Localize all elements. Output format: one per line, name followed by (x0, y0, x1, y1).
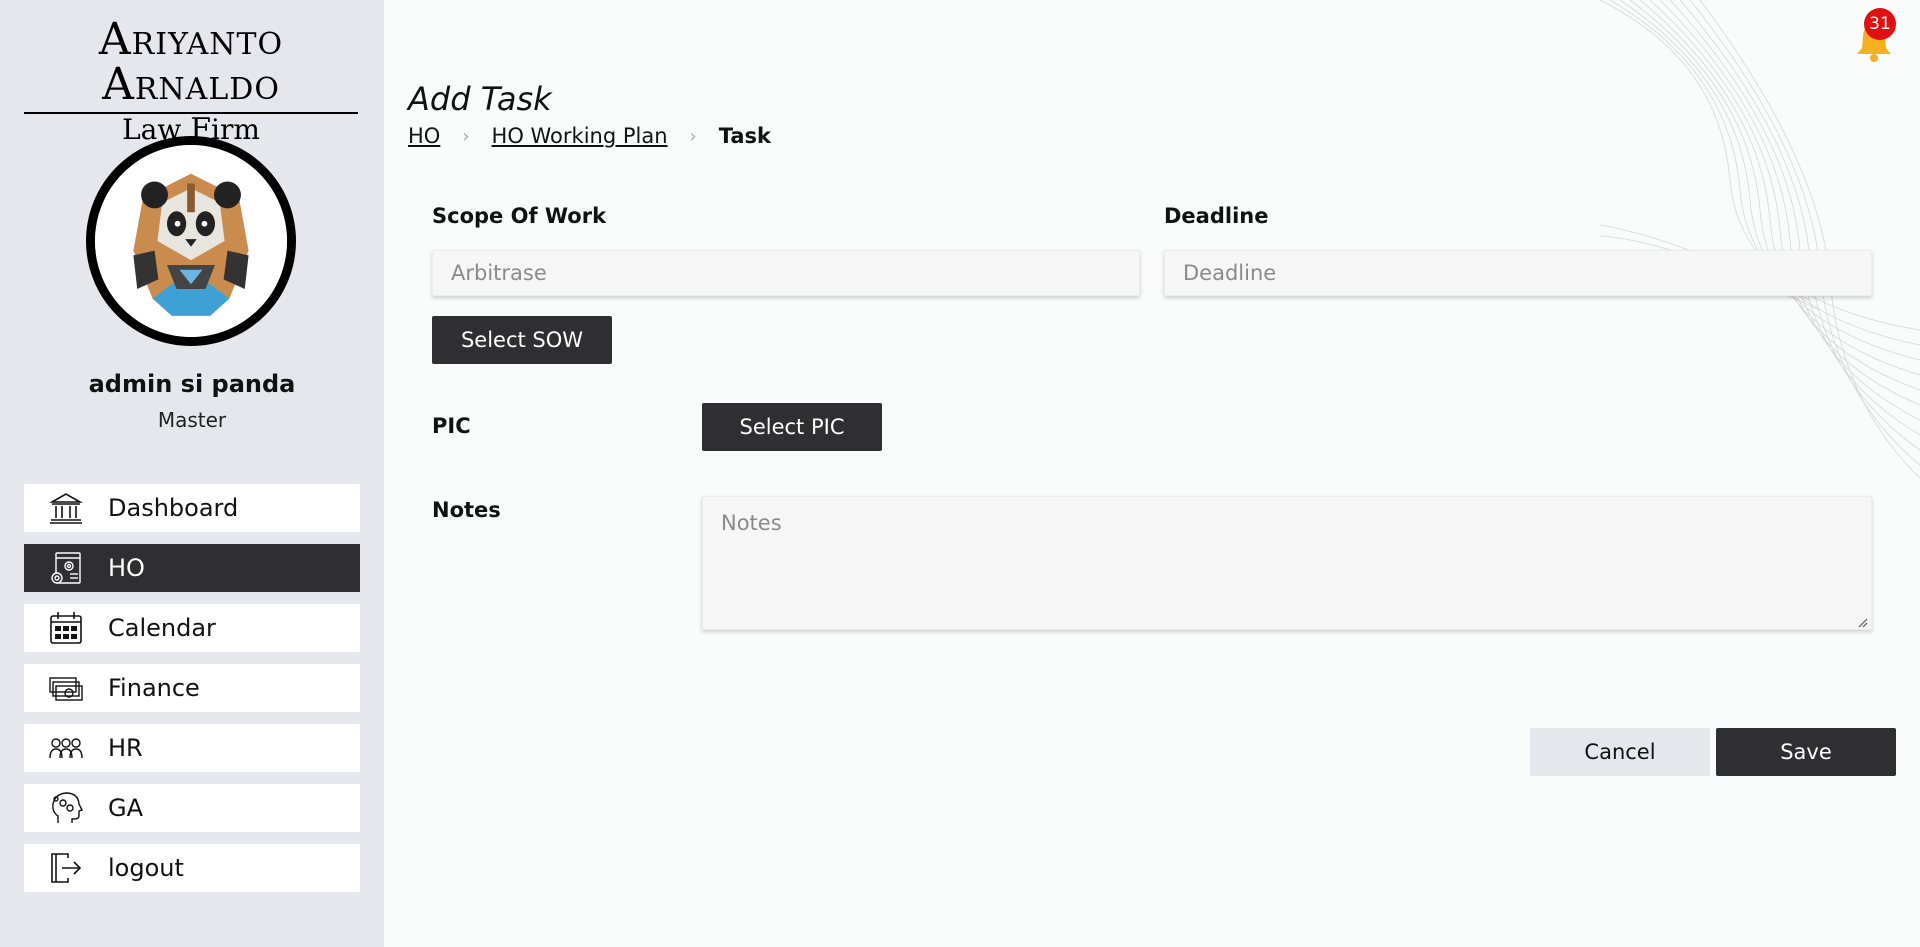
sidebar-item-label: Finance (108, 674, 200, 702)
logo-text: RNALDO (134, 72, 280, 107)
sidebar-item-dashboard[interactable]: Dashboard (24, 484, 360, 532)
breadcrumb-separator-icon: › (689, 125, 697, 147)
sidebar-item-label: logout (108, 854, 184, 882)
sidebar-item-label: HR (108, 734, 143, 762)
sidebar-item-calendar[interactable]: Calendar (24, 604, 360, 652)
logo-line-1: ARIYANTO ARNALDO (24, 18, 358, 114)
sidebar-item-label: Dashboard (108, 494, 239, 522)
breadcrumb-link-ho[interactable]: HO (408, 124, 440, 148)
decorative-waves (1600, 0, 1920, 479)
breadcrumb-link-ho-working-plan[interactable]: HO Working Plan (492, 124, 668, 148)
user-role: Master (157, 408, 227, 432)
scope-of-work-label: Scope Of Work (432, 204, 607, 228)
bank-icon (46, 488, 86, 528)
main-content: Add Task HO › HO Working Plan › Task 31 … (384, 0, 1920, 947)
notes-label: Notes (432, 498, 501, 522)
firm-logo: ARIYANTO ARNALDO Law Firm (24, 18, 358, 148)
pic-label: PIC (432, 414, 471, 438)
settings-document-icon (46, 548, 86, 588)
logout-icon (46, 848, 86, 888)
sidebar-item-finance[interactable]: Finance (24, 664, 360, 712)
sidebar: ARIYANTO ARNALDO Law Firm admin si panda… (0, 0, 384, 947)
avatar (86, 136, 296, 346)
cancel-button[interactable]: Cancel (1530, 728, 1710, 776)
select-pic-button[interactable]: Select PIC (702, 403, 882, 451)
logo-text: RIYANTO (131, 27, 284, 62)
calendar-icon (46, 608, 86, 648)
sidebar-item-ho[interactable]: HO (24, 544, 360, 592)
breadcrumb-current: Task (718, 124, 771, 148)
head-gears-icon (46, 788, 86, 828)
money-icon (46, 668, 86, 708)
resize-handle-icon[interactable] (1856, 616, 1868, 628)
user-name: admin si panda (88, 370, 296, 398)
sidebar-item-logout[interactable]: logout (24, 844, 360, 892)
people-icon (46, 728, 86, 768)
logo-letter: A (102, 59, 135, 110)
notification-count-badge: 31 (1864, 8, 1896, 40)
sidebar-nav: Dashboard HO Calendar Finance HR GA logo… (24, 484, 360, 904)
page-title: Add Task (408, 80, 552, 118)
select-sow-button[interactable]: Select SOW (432, 316, 612, 364)
breadcrumb-separator-icon: › (462, 125, 470, 147)
sidebar-item-hr[interactable]: HR (24, 724, 360, 772)
sidebar-item-ga[interactable]: GA (24, 784, 360, 832)
notes-textarea[interactable] (702, 496, 1872, 630)
logo-letter: A (98, 14, 132, 65)
deadline-label: Deadline (1164, 204, 1269, 228)
breadcrumb: HO › HO Working Plan › Task (408, 124, 771, 148)
deadline-input[interactable] (1164, 250, 1872, 296)
scope-of-work-input[interactable] (432, 250, 1140, 296)
sidebar-item-label: Calendar (108, 614, 216, 642)
sidebar-item-label: HO (108, 554, 145, 582)
save-button[interactable]: Save (1716, 728, 1896, 776)
sidebar-item-label: GA (108, 794, 144, 822)
panda-avatar-image (95, 145, 287, 337)
